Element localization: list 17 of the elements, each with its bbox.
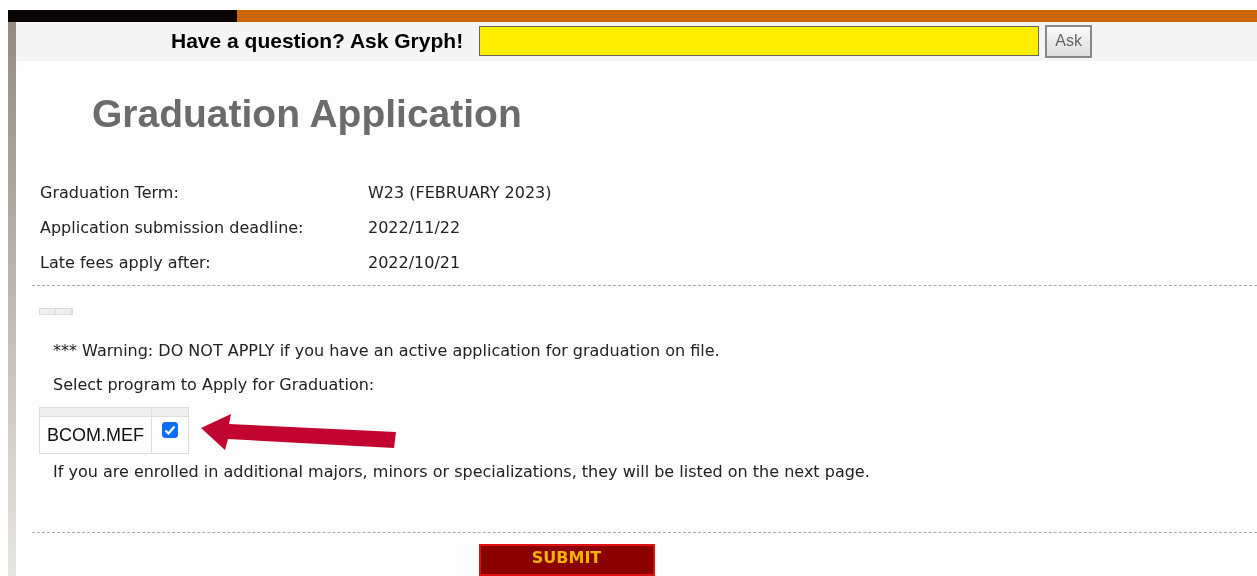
warning-text: *** Warning: DO NOT APPLY if you have an active application for graduation on file. (53, 340, 721, 362)
field-value: 2022/11/22 (368, 216, 461, 239)
page-title: Graduation Application (92, 90, 523, 137)
field-value: W23 (FEBRUARY 2023) (368, 181, 552, 204)
ask-button[interactable]: Ask (1045, 24, 1093, 58)
empty-table (39, 307, 73, 315)
field-label: Late fees apply after: (40, 251, 212, 274)
field-value: 2022/10/21 (368, 251, 461, 274)
program-checkbox[interactable] (162, 422, 178, 438)
ask-prompt: Have a question? Ask Gryph! (171, 29, 464, 54)
field-label: Application submission deadline: (40, 216, 305, 239)
note-text: If you are enrolled in additional majors, minors or specializations, they will be listed on the next page. (53, 461, 871, 483)
field-label: Graduation Term: (40, 181, 180, 204)
select-label: Select program to Apply for Graduation: (53, 374, 376, 396)
table-cell: BCOM.MEF (39, 416, 152, 454)
question-field[interactable] (479, 26, 1040, 57)
submit-button[interactable]: SUBMIT (478, 544, 655, 576)
